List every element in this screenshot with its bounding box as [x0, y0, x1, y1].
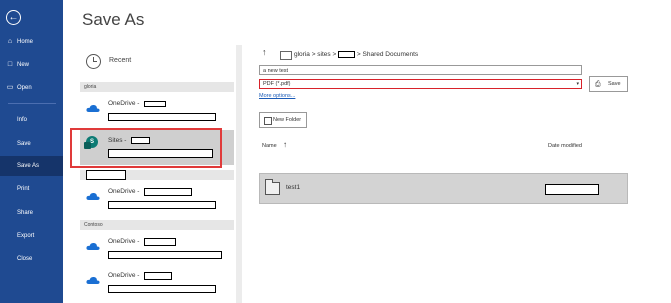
breadcrumb-suffix: > Shared Documents [356, 51, 419, 59]
nav-save-as[interactable]: Save As [0, 156, 63, 176]
folder-icon [265, 179, 280, 195]
nav-print-label: Print [17, 186, 30, 192]
location-onedrive-4-label: OneDrive - [108, 272, 140, 279]
locations-list: Recent gloria OneDrive - S Sites - OneDr… [80, 45, 234, 303]
nav-save-as-label: Save As [17, 163, 40, 169]
filename-input[interactable]: a new test [259, 65, 582, 75]
location-onedrive-3[interactable]: OneDrive - [80, 233, 234, 265]
pane-splitter[interactable] [236, 45, 242, 303]
location-recent[interactable]: Recent [80, 50, 234, 78]
home-icon: ⌂ [7, 38, 13, 45]
location-onedrive-3-label: OneDrive - [108, 238, 140, 245]
nav-new[interactable]: □ New [0, 55, 63, 75]
column-name-label: Name [262, 143, 277, 149]
back-arrow-icon[interactable]: ← [6, 10, 21, 25]
save-icon: ⎙ [595, 81, 601, 88]
location-onedrive-2[interactable]: OneDrive - [80, 183, 234, 215]
location-onedrive-4[interactable]: OneDrive - [80, 267, 234, 299]
nav-home-label: Home [17, 39, 34, 45]
redacted-block [144, 188, 192, 196]
group-header-gloria: gloria [80, 82, 234, 92]
column-header-date[interactable]: Date modified [548, 143, 582, 149]
new-doc-icon: □ [7, 61, 13, 68]
file-row[interactable]: test1 [259, 173, 628, 204]
column-header-name[interactable]: Name ↑ [262, 140, 287, 149]
new-folder-button[interactable]: New Folder [259, 112, 307, 128]
filetype-select[interactable]: PDF (*.pdf) ▾ [259, 79, 582, 89]
page-title: Save As [82, 10, 145, 29]
onedrive-cloud-icon [86, 104, 100, 112]
nav-close[interactable]: Close [0, 249, 63, 269]
location-onedrive-2-label: OneDrive - [108, 188, 140, 195]
save-button-label: Save [608, 81, 621, 87]
redacted-block [144, 272, 172, 280]
selection-highlight [70, 128, 222, 168]
redacted-block [108, 201, 216, 209]
nav-save[interactable]: Save [0, 134, 63, 154]
nav-export-label: Export [17, 233, 35, 239]
group-header-contoso: Contoso [80, 220, 234, 230]
nav-print[interactable]: Print [0, 179, 63, 199]
nav-save-label: Save [17, 141, 31, 147]
nav-info[interactable]: Info [0, 110, 63, 130]
location-onedrive-1-label: OneDrive - [108, 100, 140, 107]
folder-icon [280, 51, 292, 60]
nav-open[interactable]: ▭ Open [0, 78, 63, 98]
clock-icon [86, 54, 101, 69]
new-folder-button-label: New Folder [273, 117, 302, 123]
nav-close-label: Close [17, 256, 33, 262]
open-folder-icon: ▭ [6, 84, 14, 91]
sort-arrow-icon: ↑ [283, 140, 287, 149]
up-arrow-icon[interactable]: ↑ [262, 47, 267, 57]
file-name: test1 [286, 184, 301, 191]
nav-open-label: Open [17, 85, 32, 91]
redacted-block [144, 101, 166, 107]
onedrive-cloud-icon [86, 242, 100, 250]
breadcrumb-text[interactable]: gloria > sites > > Shared Documents [294, 51, 418, 58]
nav-share-label: Share [17, 210, 34, 216]
redacted-block [108, 285, 216, 293]
redacted-block [144, 238, 176, 246]
redacted-block [108, 113, 216, 121]
onedrive-cloud-icon [86, 276, 100, 284]
redacted-block [545, 184, 599, 195]
location-onedrive-1[interactable]: OneDrive - [80, 95, 234, 127]
nav-home[interactable]: ⌂ Home [0, 32, 63, 52]
dropdown-arrow-icon: ▾ [576, 81, 579, 87]
backstage-nav: ← ⌂ Home □ New ▭ Open Info Save Save As … [0, 0, 63, 303]
save-button[interactable]: ⎙ Save [589, 76, 628, 92]
breadcrumb-prefix: gloria > sites > [294, 51, 337, 59]
nav-info-label: Info [17, 117, 28, 123]
nav-share[interactable]: Share [0, 203, 63, 223]
more-options-link[interactable]: More options... [259, 93, 295, 99]
nav-new-label: New [17, 62, 30, 68]
nav-export[interactable]: Export [0, 226, 63, 246]
redacted-block [338, 51, 356, 58]
new-folder-icon [264, 117, 272, 125]
location-recent-label: Recent [109, 57, 132, 64]
redacted-block [86, 170, 126, 180]
onedrive-cloud-icon [86, 192, 100, 200]
nav-divider [8, 103, 56, 104]
filetype-value: PDF (*.pdf) [263, 81, 291, 87]
redacted-block [108, 251, 222, 259]
